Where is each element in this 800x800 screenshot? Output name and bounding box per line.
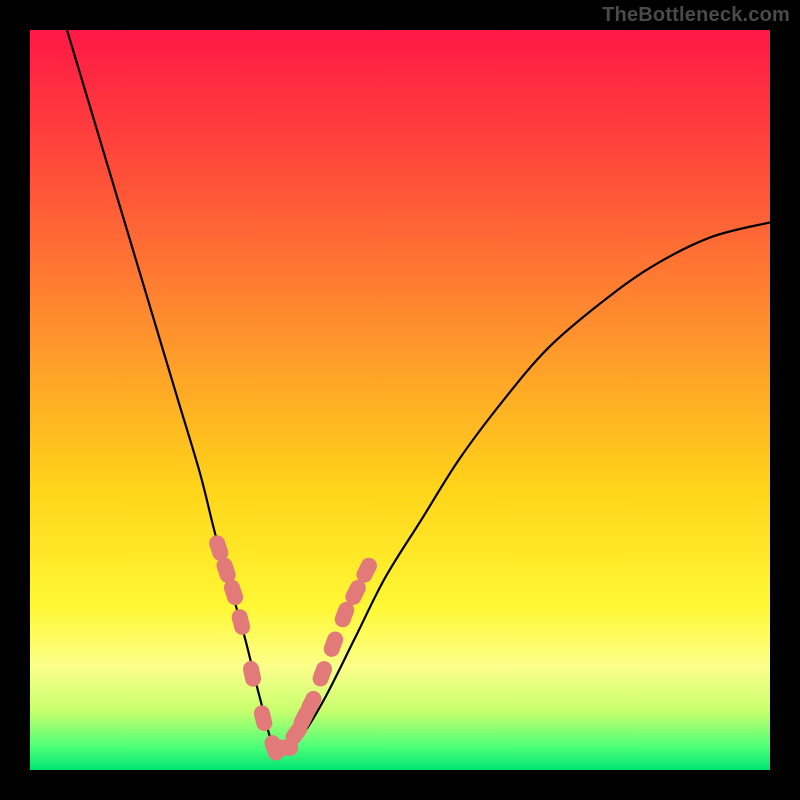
plot-svg [30, 30, 770, 770]
plot-area [30, 30, 770, 770]
watermark-text: TheBottleneck.com [602, 4, 790, 27]
chart-frame: TheBottleneck.com [0, 0, 800, 800]
gradient-background [30, 30, 770, 770]
